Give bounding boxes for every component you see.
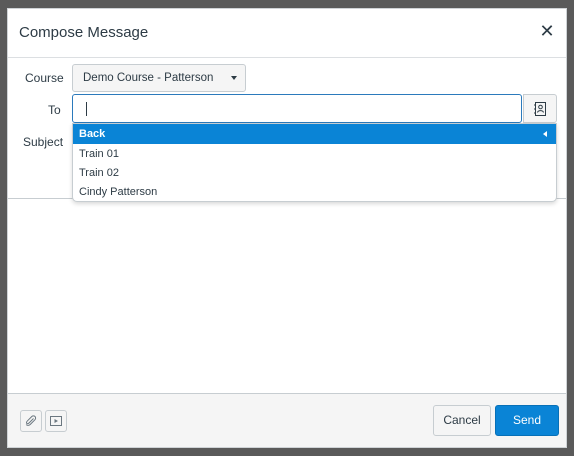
compose-message-dialog: Compose Message ✕ Course Demo Course - P…	[7, 8, 567, 448]
subject-label: Subject	[23, 135, 64, 149]
dialog-header: Compose Message ✕	[8, 9, 566, 58]
attach-file-button[interactable]	[20, 410, 42, 432]
close-icon[interactable]: ✕	[538, 22, 556, 40]
dialog-footer: Cancel Send	[8, 393, 566, 447]
paperclip-icon	[25, 415, 37, 426]
address-book-icon	[534, 102, 546, 116]
dialog-title: Compose Message	[19, 24, 149, 41]
recipient-dropdown: Back Train 01 Train 02 Cindy Patterson	[72, 123, 557, 202]
course-label: Course	[25, 71, 64, 85]
text-cursor	[86, 102, 87, 116]
address-book-button[interactable]	[523, 94, 557, 123]
course-select-value: Demo Course - Patterson	[83, 72, 214, 84]
chevron-down-icon	[231, 76, 237, 80]
course-select[interactable]: Demo Course - Patterson	[72, 64, 246, 92]
dropdown-back-option[interactable]: Back	[73, 124, 556, 144]
media-icon	[50, 416, 62, 426]
dropdown-back-label: Back	[79, 128, 106, 140]
to-input[interactable]	[72, 94, 522, 123]
cancel-button[interactable]: Cancel	[433, 405, 491, 436]
send-button[interactable]: Send	[495, 405, 559, 436]
chevron-left-icon	[543, 131, 547, 137]
list-item[interactable]: Cindy Patterson	[79, 186, 157, 198]
record-media-button[interactable]	[45, 410, 67, 432]
to-label: To	[48, 103, 61, 117]
list-item[interactable]: Train 02	[79, 167, 119, 179]
list-item[interactable]: Train 01	[79, 148, 119, 160]
